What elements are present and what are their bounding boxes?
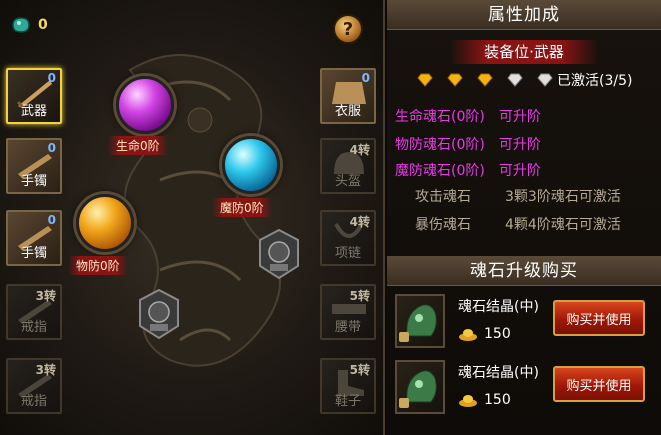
attributes-panel: 属性加成 装备位·武器 已激活(3/5) 生命魂石(0阶) 可升阶 物防魂石(0… — [387, 0, 661, 435]
slot-shoes[interactable]: 5转 鞋子 — [320, 358, 376, 414]
crystal-art — [399, 304, 437, 342]
slot-ring-2[interactable]: 3转 戒指 — [6, 358, 62, 414]
equipment-panel: 0 ? 0 武器 0 手镯 0 手镯 3转 戒指 3转 戒指 0 衣服 4转 头… — [0, 0, 385, 435]
activation-count: 已激活(3/5) — [557, 73, 633, 89]
slot-level-badge: 0 — [47, 213, 56, 227]
currency-value: 0 — [38, 17, 48, 33]
buy-and-use-button[interactable]: 购买并使用 — [553, 300, 645, 336]
slot-clothes[interactable]: 0 衣服 — [320, 68, 376, 124]
equip-slot-title: 装备位·武器 — [449, 40, 599, 64]
shop-item-name: 魂石结晶(中) — [458, 299, 539, 315]
stone-row: 物防魂石(0阶) 可升阶 — [395, 134, 541, 154]
slot-necklace[interactable]: 4转 项链 — [320, 210, 376, 266]
bonus-requirement: 3颗3阶魂石可激活 — [505, 189, 621, 205]
shop-item-price: 150 — [458, 326, 511, 342]
silver-diamond-icon — [507, 73, 523, 87]
slot-label: 衣服 — [334, 104, 361, 119]
bonus-row: 攻击魂石 3颗3阶魂石可激活 — [415, 186, 621, 206]
slot-label: 手镯 — [20, 246, 47, 261]
activation-diamonds: 已激活(3/5) — [417, 70, 632, 90]
buy-and-use-button[interactable]: 购买并使用 — [553, 366, 645, 402]
slot-label: 项链 — [334, 246, 361, 261]
slot-ring-1[interactable]: 3转 戒指 — [6, 284, 62, 340]
life-stone-label: 生命0阶 — [108, 136, 168, 155]
slot-level-badge: 0 — [361, 71, 370, 85]
stone-name: 魔防魂石(0阶) — [395, 163, 485, 179]
stone-row: 生命魂石(0阶) 可升阶 — [395, 106, 541, 126]
slot-label: 腰带 — [334, 320, 361, 335]
stone-name: 物防魂石(0阶) — [395, 137, 485, 153]
slot-unlock-badge: 4转 — [349, 143, 370, 157]
slot-belt[interactable]: 5转 腰带 — [320, 284, 376, 340]
silver-diamond-icon — [537, 73, 553, 87]
locked-socket-icon[interactable] — [256, 228, 302, 280]
attributes-header: 属性加成 — [387, 0, 661, 30]
stone-status: 可升阶 — [498, 137, 541, 153]
shop-item-price: 150 — [458, 392, 511, 408]
slot-bracelet-2[interactable]: 0 手镯 — [6, 210, 62, 266]
slot-helmet[interactable]: 4转 头盔 — [320, 138, 376, 194]
shop-header: 魂石升级购买 — [387, 256, 661, 286]
slot-label: 头盔 — [334, 174, 361, 189]
physical-defense-stone-orb[interactable] — [76, 194, 134, 252]
slot-unlock-badge: 5转 — [349, 363, 370, 377]
bonus-requirement: 4颗4阶魂石可激活 — [505, 217, 621, 233]
soul-crystal-icon[interactable] — [395, 294, 445, 348]
gold-ingot-icon — [459, 329, 477, 341]
slot-weapon[interactable]: 0 武器 — [6, 68, 62, 124]
life-stone-orb[interactable] — [116, 76, 174, 134]
stone-status: 可升阶 — [498, 109, 541, 125]
crystal-art — [399, 370, 437, 408]
help-button[interactable]: ? — [333, 14, 363, 44]
bonus-name: 攻击魂石 — [415, 189, 471, 205]
slot-level-badge: 0 — [47, 71, 56, 85]
slot-unlock-badge: 5转 — [349, 289, 370, 303]
stone-row: 魔防魂石(0阶) 可升阶 — [395, 160, 541, 180]
price-value: 150 — [484, 326, 511, 342]
slot-label: 戒指 — [20, 394, 47, 409]
slot-level-badge: 0 — [47, 141, 56, 155]
slot-unlock-badge: 3转 — [35, 363, 56, 377]
physical-defense-stone-label: 物防0阶 — [68, 256, 128, 275]
gold-ingot-icon — [459, 395, 477, 407]
slot-label: 鞋子 — [334, 394, 361, 409]
shop-item: 魂石结晶(中) 150 购买并使用 — [395, 360, 657, 420]
magic-defense-stone-orb[interactable] — [222, 136, 280, 194]
soul-crystal-icon[interactable] — [395, 360, 445, 414]
jade-gem-icon — [12, 17, 30, 33]
slot-unlock-badge: 4转 — [349, 215, 370, 229]
bonus-row: 暴伤魂石 4颗4阶魂石可激活 — [415, 214, 621, 234]
gold-diamond-icon — [417, 73, 433, 87]
shop-item-name: 魂石结晶(中) — [458, 365, 539, 381]
stone-name: 生命魂石(0阶) — [395, 109, 485, 125]
slot-label: 武器 — [20, 104, 47, 119]
stone-status: 可升阶 — [498, 163, 541, 179]
currency-display: 0 — [10, 16, 48, 34]
slot-bracelet-1[interactable]: 0 手镯 — [6, 138, 62, 194]
gold-diamond-icon — [447, 73, 463, 87]
slot-label: 戒指 — [20, 320, 47, 335]
gold-diamond-icon — [477, 73, 493, 87]
slot-label: 手镯 — [20, 174, 47, 189]
slot-unlock-badge: 3转 — [35, 289, 56, 303]
shop-item: 魂石结晶(中) 150 购买并使用 — [395, 294, 657, 354]
price-value: 150 — [484, 392, 511, 408]
magic-defense-stone-label: 魔防0阶 — [212, 198, 272, 217]
bonus-name: 暴伤魂石 — [415, 217, 471, 233]
locked-socket-icon[interactable] — [136, 288, 182, 340]
